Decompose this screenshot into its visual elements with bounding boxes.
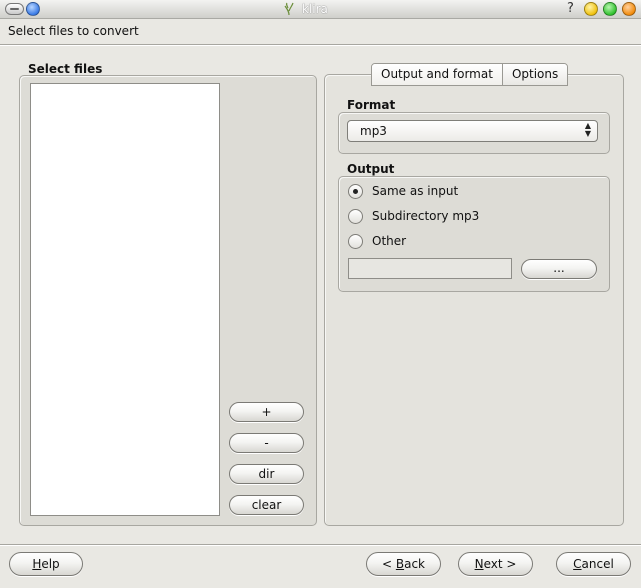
next-accel: N <box>474 557 484 571</box>
format-title: Format <box>347 98 396 112</box>
sticky-icon[interactable] <box>26 2 40 16</box>
app-icon <box>284 2 294 16</box>
window-menu-button[interactable] <box>5 3 24 15</box>
cancel-label: ancel <box>581 557 614 571</box>
output-path-field[interactable] <box>348 258 512 279</box>
format-select-value: mp3 <box>360 124 387 138</box>
format-select[interactable]: mp3 ▲ ▼ <box>347 120 598 142</box>
tab-bar: Output and format Options <box>371 63 569 86</box>
radio-label: Other <box>372 234 407 248</box>
radio-button[interactable] <box>348 209 363 224</box>
help-accel: H <box>32 557 42 571</box>
close-icon[interactable] <box>622 2 636 16</box>
back-label: ack <box>404 557 425 571</box>
radio-label: Same as input <box>372 184 459 198</box>
header-divider <box>0 44 641 46</box>
select-files-title: Select files <box>28 62 103 76</box>
back-accel: B <box>395 557 405 571</box>
next-label: ext > <box>483 557 517 571</box>
tab-options[interactable]: Options <box>501 64 568 85</box>
remove-file-button[interactable]: - <box>229 433 304 453</box>
footer-divider <box>0 544 641 546</box>
browse-button[interactable]: ... <box>521 259 597 279</box>
add-directory-button[interactable]: dir <box>229 464 304 484</box>
add-file-button[interactable]: + <box>229 402 304 422</box>
back-button[interactable]: < Back <box>366 552 441 576</box>
tab-output-and-format[interactable]: Output and format <box>372 64 502 85</box>
cancel-accel: C <box>573 557 582 571</box>
radio-button[interactable] <box>348 234 363 249</box>
window-title: klira <box>302 2 328 16</box>
radio-label: Subdirectory mp3 <box>372 209 480 223</box>
context-help-icon[interactable]: ? <box>567 1 574 16</box>
help-label: elp <box>41 557 60 571</box>
output-title: Output <box>347 162 395 176</box>
file-list[interactable] <box>30 83 220 516</box>
minimize-icon[interactable] <box>584 2 598 16</box>
updown-arrows-icon: ▲ ▼ <box>584 121 591 138</box>
clear-list-button[interactable]: clear <box>229 495 304 515</box>
window-titlebar[interactable]: klira ? <box>0 0 641 19</box>
back-prefix: < <box>381 557 396 571</box>
next-button[interactable]: Next > <box>458 552 533 576</box>
maximize-icon[interactable] <box>603 2 617 16</box>
radio-button[interactable] <box>348 184 363 199</box>
help-button[interactable]: Help <box>9 552 83 576</box>
page-subtitle: Select files to convert <box>8 24 139 38</box>
cancel-button[interactable]: Cancel <box>556 552 631 576</box>
